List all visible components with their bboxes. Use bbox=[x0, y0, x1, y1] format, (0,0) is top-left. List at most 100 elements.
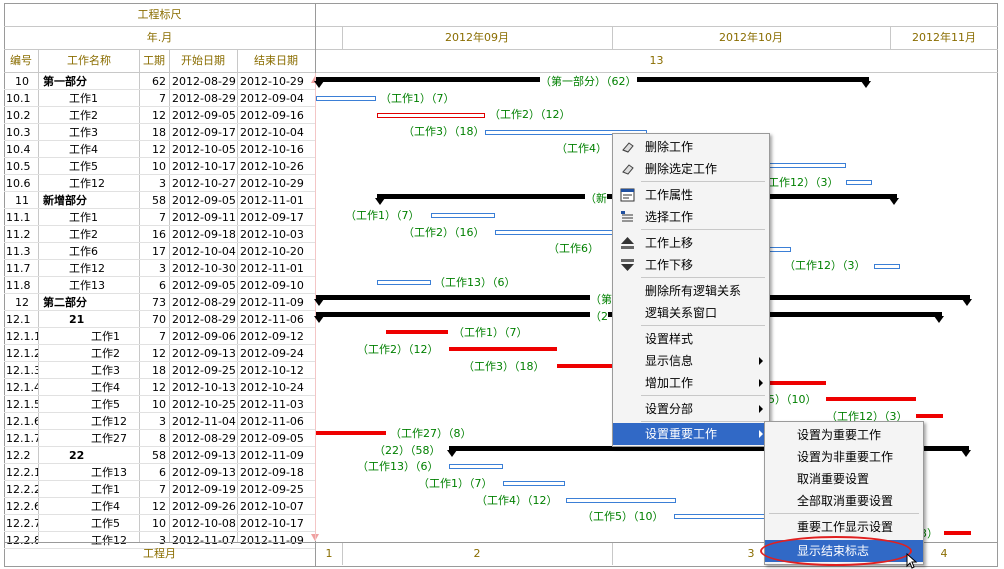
task-end-cell[interactable]: 2012-10-16 bbox=[240, 141, 315, 158]
task-start-cell[interactable]: 2012-09-25 bbox=[172, 362, 237, 379]
task-name-cell[interactable]: 工作12 bbox=[91, 413, 139, 430]
task-duration-cell[interactable]: 7 bbox=[139, 481, 166, 498]
task-name-cell[interactable]: 工作1 bbox=[69, 209, 139, 226]
task-duration-cell[interactable]: 10 bbox=[139, 515, 166, 532]
task-duration-cell[interactable]: 62 bbox=[139, 73, 166, 90]
critical-task-bar[interactable] bbox=[944, 531, 971, 535]
task-duration-cell[interactable]: 3 bbox=[139, 175, 166, 192]
task-id-cell[interactable]: 12.2.2 bbox=[6, 481, 38, 498]
task-id-cell[interactable]: 12.2.6 bbox=[6, 498, 38, 515]
task-end-cell[interactable]: 2012-11-09 bbox=[240, 294, 315, 311]
task-start-cell[interactable]: 2012-08-29 bbox=[172, 294, 237, 311]
task-end-cell[interactable]: 2012-11-01 bbox=[240, 260, 315, 277]
menu-item-delete-selected[interactable]: 删除选定工作 bbox=[613, 158, 769, 180]
task-end-cell[interactable]: 2012-11-06 bbox=[240, 413, 315, 430]
task-id-cell[interactable]: 12.1.6 bbox=[6, 413, 38, 430]
task-start-cell[interactable]: 2012-10-25 bbox=[172, 396, 237, 413]
task-duration-cell[interactable]: 70 bbox=[139, 311, 166, 328]
task-id-cell[interactable]: 11 bbox=[6, 192, 38, 209]
task-bar[interactable] bbox=[674, 514, 766, 519]
task-name-cell[interactable]: 工作12 bbox=[69, 260, 139, 277]
task-bar[interactable] bbox=[768, 247, 791, 252]
task-start-cell[interactable]: 2012-10-08 bbox=[172, 515, 237, 532]
task-end-cell[interactable]: 2012-10-26 bbox=[240, 158, 315, 175]
task-start-cell[interactable]: 2012-11-04 bbox=[172, 413, 237, 430]
critical-task-bar[interactable] bbox=[557, 364, 613, 368]
task-start-cell[interactable]: 2012-09-18 bbox=[172, 226, 237, 243]
task-duration-cell[interactable]: 12 bbox=[139, 498, 166, 515]
task-start-cell[interactable]: 2012-09-26 bbox=[172, 498, 237, 515]
task-name-cell[interactable]: 工作4 bbox=[69, 141, 139, 158]
critical-task-bar[interactable] bbox=[316, 431, 386, 435]
task-name-cell[interactable]: 工作5 bbox=[69, 158, 139, 175]
submenu-set-important[interactable]: 设置为重要工作 bbox=[765, 424, 923, 446]
task-end-cell[interactable]: 2012-09-12 bbox=[240, 328, 315, 345]
menu-item-set-important[interactable]: 设置重要工作 bbox=[613, 423, 769, 445]
task-name-cell[interactable]: 工作5 bbox=[91, 396, 139, 413]
task-start-cell[interactable]: 2012-09-13 bbox=[172, 464, 237, 481]
task-start-cell[interactable]: 2012-10-13 bbox=[172, 379, 237, 396]
task-start-cell[interactable]: 2012-08-29 bbox=[172, 311, 237, 328]
task-bar[interactable] bbox=[449, 464, 503, 469]
task-end-cell[interactable]: 2012-10-04 bbox=[240, 124, 315, 141]
task-name-cell[interactable]: 工作27 bbox=[91, 430, 139, 447]
task-name-cell[interactable]: 工作3 bbox=[69, 124, 139, 141]
task-id-cell[interactable]: 12.2 bbox=[6, 447, 38, 464]
task-end-cell[interactable]: 2012-10-03 bbox=[240, 226, 315, 243]
task-duration-cell[interactable]: 73 bbox=[139, 294, 166, 311]
task-id-cell[interactable]: 10.2 bbox=[6, 107, 38, 124]
task-start-cell[interactable]: 2012-09-17 bbox=[172, 124, 237, 141]
task-bar[interactable] bbox=[874, 264, 900, 269]
task-duration-cell[interactable]: 3 bbox=[139, 413, 166, 430]
task-name-cell[interactable]: 工作4 bbox=[91, 379, 139, 396]
task-start-cell[interactable]: 2012-10-05 bbox=[172, 141, 237, 158]
task-id-cell[interactable]: 12.1.2 bbox=[6, 345, 38, 362]
task-id-cell[interactable]: 12.1.7 bbox=[6, 430, 38, 447]
task-start-cell[interactable]: 2012-09-11 bbox=[172, 209, 237, 226]
task-name-cell[interactable]: 工作6 bbox=[69, 243, 139, 260]
task-duration-cell[interactable]: 7 bbox=[139, 90, 166, 107]
task-name-cell[interactable]: 工作12 bbox=[69, 175, 139, 192]
menu-item-move-down[interactable]: 工作下移 bbox=[613, 254, 769, 276]
task-id-cell[interactable]: 10.5 bbox=[6, 158, 38, 175]
task-duration-cell[interactable]: 6 bbox=[139, 277, 166, 294]
task-id-cell[interactable]: 10 bbox=[6, 73, 38, 90]
task-duration-cell[interactable]: 12 bbox=[139, 107, 166, 124]
task-id-cell[interactable]: 12.1.1 bbox=[6, 328, 38, 345]
critical-task-bar[interactable] bbox=[826, 397, 916, 401]
task-start-cell[interactable]: 2012-10-04 bbox=[172, 243, 237, 260]
task-name-cell[interactable]: 22 bbox=[69, 447, 139, 464]
menu-item-display-info[interactable]: 显示信息 bbox=[613, 350, 769, 372]
task-name-cell[interactable]: 工作2 bbox=[69, 226, 139, 243]
task-bar[interactable] bbox=[846, 180, 872, 185]
task-id-cell[interactable]: 11.7 bbox=[6, 260, 38, 277]
task-id-cell[interactable]: 11.8 bbox=[6, 277, 38, 294]
col-header-name[interactable]: 工作名称 bbox=[39, 52, 139, 69]
submenu-set-not-important[interactable]: 设置为非重要工作 bbox=[765, 446, 923, 468]
task-end-cell[interactable]: 2012-09-18 bbox=[240, 464, 315, 481]
task-duration-cell[interactable]: 10 bbox=[139, 158, 166, 175]
task-bar[interactable] bbox=[768, 163, 846, 168]
task-duration-cell[interactable]: 8 bbox=[139, 430, 166, 447]
task-start-cell[interactable]: 2012-10-30 bbox=[172, 260, 237, 277]
task-name-cell[interactable]: 新增部分 bbox=[43, 192, 139, 209]
task-start-cell[interactable]: 2012-10-17 bbox=[172, 158, 237, 175]
task-name-cell[interactable]: 工作3 bbox=[91, 362, 139, 379]
critical-task-bar[interactable] bbox=[916, 414, 943, 418]
task-name-cell[interactable]: 工作1 bbox=[69, 90, 139, 107]
task-id-cell[interactable]: 12.1.5 bbox=[6, 396, 38, 413]
task-duration-cell[interactable]: 18 bbox=[139, 124, 166, 141]
task-id-cell[interactable]: 10.1 bbox=[6, 90, 38, 107]
task-end-cell[interactable]: 2012-11-03 bbox=[240, 396, 315, 413]
task-name-cell[interactable]: 21 bbox=[69, 311, 139, 328]
task-id-cell[interactable]: 11.2 bbox=[6, 226, 38, 243]
task-name-cell[interactable]: 工作1 bbox=[91, 328, 139, 345]
task-start-cell[interactable]: 2012-09-19 bbox=[172, 481, 237, 498]
task-id-cell[interactable]: 12.1.3 bbox=[6, 362, 38, 379]
task-end-cell[interactable]: 2012-10-20 bbox=[240, 243, 315, 260]
task-end-cell[interactable]: 2012-10-24 bbox=[240, 379, 315, 396]
task-id-cell[interactable]: 10.3 bbox=[6, 124, 38, 141]
task-end-cell[interactable]: 2012-10-12 bbox=[240, 362, 315, 379]
task-end-cell[interactable]: 2012-09-17 bbox=[240, 209, 315, 226]
task-start-cell[interactable]: 2012-09-13 bbox=[172, 447, 237, 464]
